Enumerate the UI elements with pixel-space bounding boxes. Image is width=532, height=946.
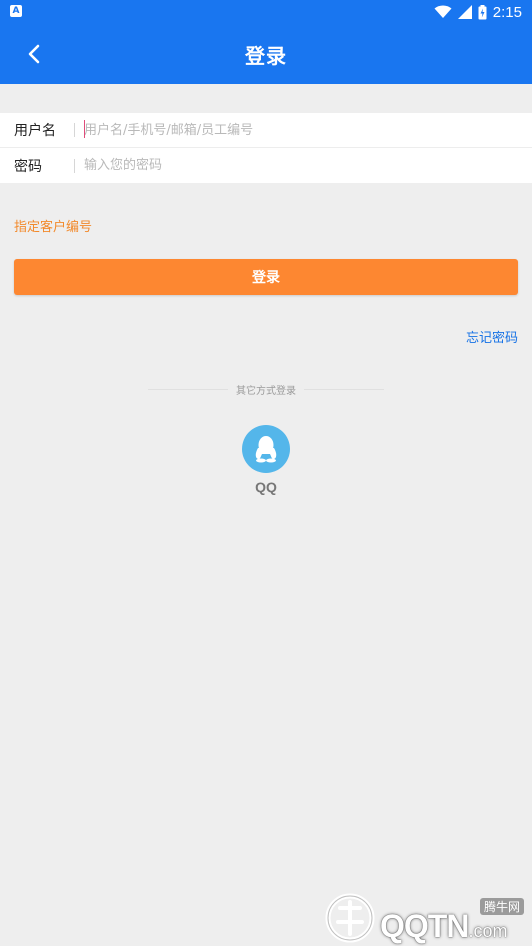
forgot-password-link[interactable]: 忘记密码 [466,327,518,346]
signal-icon [457,5,472,19]
password-label: 密码 [14,158,42,175]
specify-customer-id-link[interactable]: 指定客户编号 [14,216,92,235]
status-icons: 2:15 [434,3,522,21]
login-button[interactable]: 登录 [14,259,518,295]
divider-line-left [148,388,228,390]
text-cursor [84,120,85,138]
app-notification-icon: A [10,5,22,17]
password-row: 密码 [0,148,532,183]
username-row: 用户名 [0,113,532,148]
watermark-brand: QQTN [380,908,469,944]
qq-penguin-icon [255,436,277,463]
other-login-divider: 其它方式登录 [148,380,384,398]
other-login-label: 其它方式登录 [236,385,296,397]
qq-icon-circle [242,425,290,473]
status-time: 2:15 [492,3,522,21]
wifi-icon [434,5,452,18]
login-form: 用户名 密码 [0,113,532,183]
username-input[interactable] [75,115,532,145]
watermark-logo: QQTN.com 腾牛网 [322,890,532,946]
qq-label: QQ [255,479,277,495]
qqtn-logo-icon [325,893,375,943]
password-input[interactable] [75,150,532,181]
divider-line-right [304,388,384,390]
page-title: 登录 [245,44,287,68]
status-bar: A 2:15 [0,0,532,24]
app-bar: 登录 [0,24,532,84]
qq-login-button[interactable]: QQ [241,425,291,497]
battery-icon [478,4,487,19]
watermark-suffix: .com [468,921,508,941]
username-label: 用户名 [14,123,56,139]
watermark-badge: 腾牛网 [479,898,524,915]
